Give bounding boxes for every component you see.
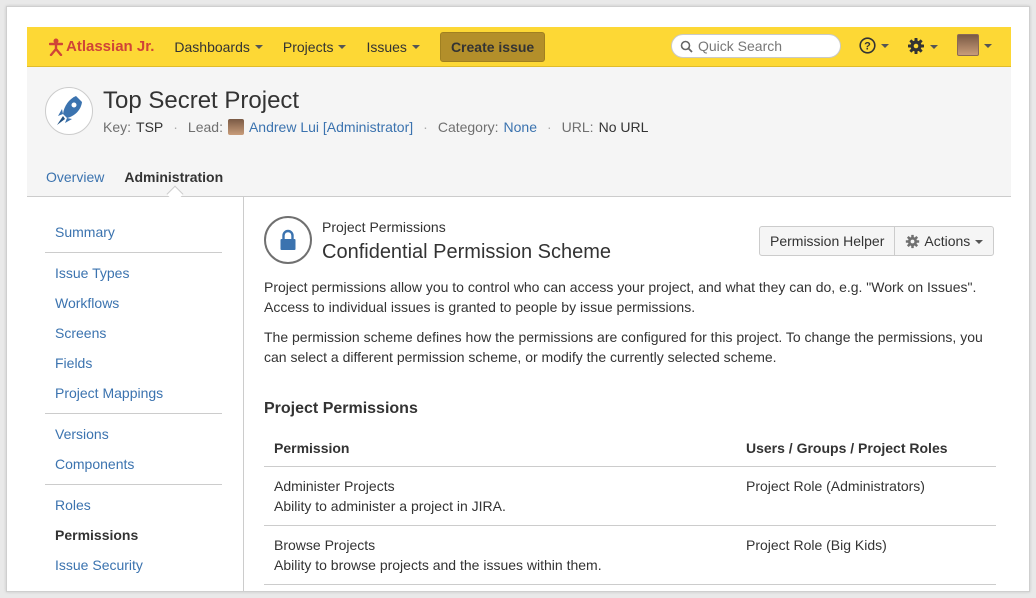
user-menu[interactable] bbox=[957, 34, 992, 56]
project-key: TSP bbox=[136, 119, 164, 135]
chevron-down-icon bbox=[984, 43, 992, 48]
tab-administration[interactable]: Administration bbox=[124, 169, 223, 185]
sidebar-item-permissions[interactable]: Permissions bbox=[55, 527, 138, 543]
rocket-icon bbox=[57, 96, 82, 125]
permission-description: Ability to browse projects and the issue… bbox=[274, 556, 602, 573]
lock-icon bbox=[280, 229, 296, 250]
quick-search-input[interactable]: Quick Search bbox=[671, 34, 841, 58]
project-category-link[interactable]: None bbox=[504, 119, 537, 135]
description-paragraph-2: The permission scheme defines how the pe… bbox=[264, 329, 983, 365]
top-navigation-bar: Atlassian Jr. Dashboards Projects Issues… bbox=[27, 27, 1011, 67]
project-title: Top Secret Project bbox=[103, 87, 300, 114]
user-avatar bbox=[957, 34, 979, 56]
header-button-group: Permission Helper Actions bbox=[759, 226, 995, 256]
separator-dot: · bbox=[423, 119, 428, 135]
chevron-down-icon bbox=[881, 44, 889, 48]
sidebar-item-screens[interactable]: Screens bbox=[55, 325, 106, 341]
sidebar-item-issue-types[interactable]: Issue Types bbox=[55, 265, 129, 281]
separator-dot: · bbox=[173, 119, 178, 135]
chevron-down-icon bbox=[338, 45, 347, 49]
page-title: Confidential Permission Scheme bbox=[322, 241, 612, 263]
project-url: No URL bbox=[598, 119, 649, 135]
section-title: Project Permissions bbox=[264, 400, 418, 417]
gear-icon bbox=[908, 38, 924, 54]
chevron-down-icon bbox=[411, 45, 420, 49]
permission-name: Administer Projects bbox=[274, 477, 395, 494]
nav-projects[interactable]: Projects bbox=[283, 39, 347, 55]
main-content: Project Permissions Confidential Permiss… bbox=[244, 197, 1011, 591]
quick-search-placeholder: Quick Search bbox=[698, 38, 783, 54]
project-lead-link[interactable]: Andrew Lui [Administrator] bbox=[249, 119, 413, 135]
sidebar-divider bbox=[45, 413, 222, 414]
admin-sidebar: Summary Issue Types Workflows Screens Fi… bbox=[27, 197, 244, 591]
chevron-down-icon bbox=[975, 239, 984, 244]
settings-menu[interactable] bbox=[907, 37, 938, 55]
project-tabs: Overview Administration bbox=[46, 169, 243, 185]
description-paragraph-1: Project permissions allow you to control… bbox=[264, 279, 977, 315]
nav-projects-label: Projects bbox=[282, 38, 334, 55]
permission-cell: Administer Projects Ability to administe… bbox=[264, 466, 736, 526]
permission-name: Browse Projects bbox=[274, 536, 376, 553]
chevron-down-icon bbox=[930, 44, 938, 49]
app-window: Atlassian Jr. Dashboards Projects Issues… bbox=[6, 6, 1030, 592]
sidebar-item-workflows[interactable]: Workflows bbox=[55, 295, 119, 311]
sidebar-item-versions[interactable]: Versions bbox=[55, 426, 109, 442]
permissions-table: Permission Users / Groups / Project Role… bbox=[264, 431, 996, 585]
project-avatar bbox=[45, 87, 93, 135]
logo[interactable]: Atlassian Jr. bbox=[49, 38, 154, 56]
nav-issues-label: Issues bbox=[366, 38, 407, 55]
nav-dashboards-label: Dashboards bbox=[174, 38, 250, 55]
sidebar-divider bbox=[45, 484, 222, 485]
sidebar-item-components[interactable]: Components bbox=[55, 456, 134, 472]
lead-avatar bbox=[227, 119, 244, 135]
page-kicker: Project Permissions bbox=[322, 219, 446, 235]
logo-text: Atlassian Jr. bbox=[66, 38, 155, 55]
atlassian-logo-icon bbox=[49, 38, 63, 56]
sidebar-item-fields[interactable]: Fields bbox=[55, 355, 92, 371]
help-menu[interactable]: ? bbox=[859, 37, 889, 54]
table-header-row: Permission Users / Groups / Project Role… bbox=[264, 431, 996, 467]
separator-dot: · bbox=[547, 119, 552, 135]
sidebar-item-summary[interactable]: Summary bbox=[55, 224, 115, 240]
tab-overview[interactable]: Overview bbox=[46, 169, 104, 185]
category-label: Category: bbox=[437, 119, 499, 135]
svg-text:?: ? bbox=[864, 40, 871, 52]
permission-cell: Browse Projects Ability to browse projec… bbox=[264, 525, 736, 585]
permission-grant: Project Role (Administrators) bbox=[736, 466, 996, 526]
sidebar-item-roles[interactable]: Roles bbox=[55, 497, 91, 513]
nav-dashboards[interactable]: Dashboards bbox=[174, 39, 263, 55]
project-header: Top Secret Project Key: TSP · Lead: Andr… bbox=[27, 67, 1011, 203]
actions-button[interactable]: Actions bbox=[894, 227, 993, 255]
lead-label: Lead: bbox=[187, 119, 223, 135]
project-meta: Key: TSP · Lead: Andrew Lui [Administrat… bbox=[103, 119, 648, 135]
nav-issues[interactable]: Issues bbox=[366, 38, 420, 55]
permission-description: Ability to administer a project in JIRA. bbox=[274, 497, 506, 514]
column-header-permission: Permission bbox=[264, 431, 736, 467]
sidebar-divider bbox=[45, 252, 222, 253]
table-row: Administer Projects Ability to administe… bbox=[264, 466, 996, 526]
key-label: Key: bbox=[103, 119, 132, 135]
url-label: URL: bbox=[561, 119, 594, 135]
search-icon bbox=[680, 40, 693, 53]
scheme-icon bbox=[264, 216, 312, 264]
actions-label: Actions bbox=[924, 233, 971, 249]
sidebar-item-project-mappings[interactable]: Project Mappings bbox=[55, 385, 163, 401]
chevron-down-icon bbox=[254, 45, 263, 49]
permission-helper-button[interactable]: Permission Helper bbox=[760, 227, 894, 255]
permission-grant: Project Role (Big Kids) bbox=[736, 525, 996, 585]
table-row: Browse Projects Ability to browse projec… bbox=[264, 525, 996, 585]
column-header-grants: Users / Groups / Project Roles bbox=[736, 431, 996, 467]
create-issue-button[interactable]: Create issue bbox=[439, 31, 546, 62]
sidebar-item-issue-security[interactable]: Issue Security bbox=[55, 557, 143, 573]
help-icon: ? bbox=[859, 37, 876, 54]
gear-icon bbox=[906, 234, 920, 248]
